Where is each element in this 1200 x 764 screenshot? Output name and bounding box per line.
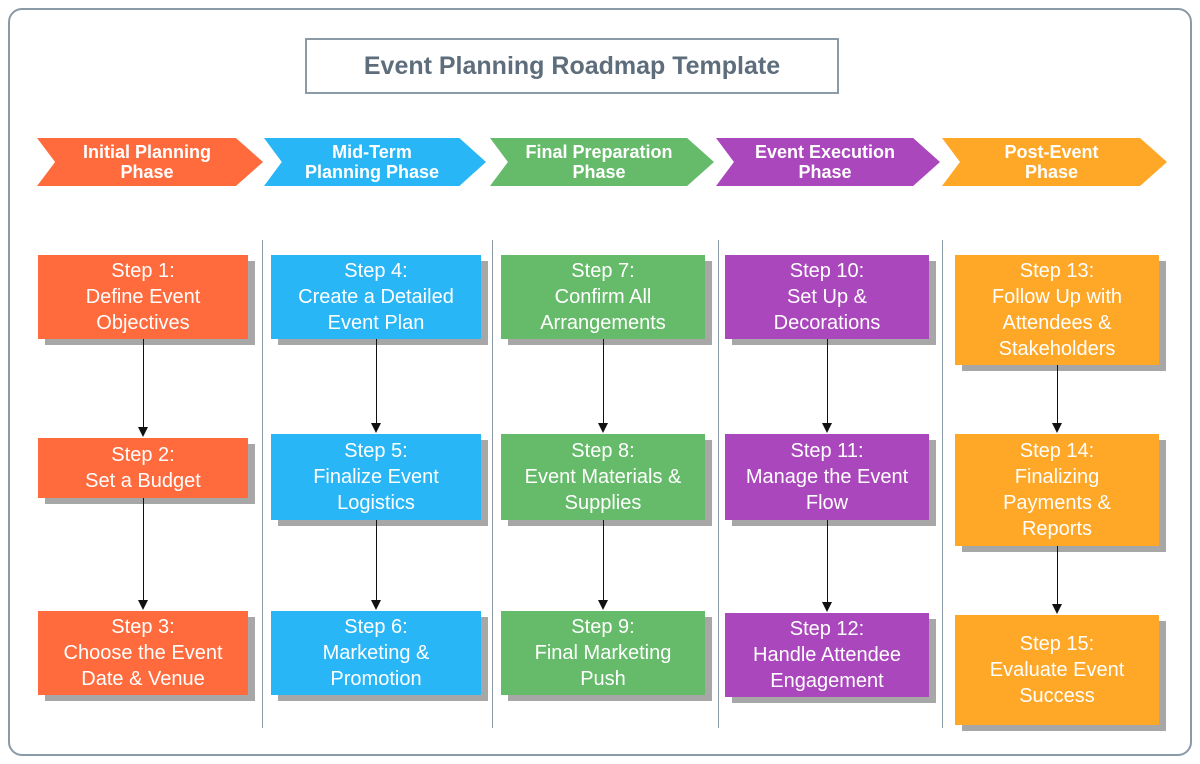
- phase-final-preparation: Final Preparation Phase: [490, 138, 714, 186]
- flow-arrow: [597, 339, 608, 433]
- flow-arrow: [1051, 546, 1062, 614]
- step-7-box: Step 7: Confirm All Arrangements: [501, 255, 705, 339]
- step-3-box: Step 3: Choose the Event Date & Venue: [38, 611, 248, 695]
- column-separator: [492, 240, 493, 728]
- step-5-box: Step 5: Finalize Event Logistics: [271, 434, 481, 520]
- phase-post-event: Post-Event Phase: [942, 138, 1167, 186]
- flow-arrow: [370, 339, 381, 433]
- flow-arrow: [137, 339, 148, 437]
- step-9-box: Step 9: Final Marketing Push: [501, 611, 705, 695]
- flow-arrow: [1051, 365, 1062, 433]
- flow-arrow: [137, 498, 148, 610]
- phase-label: Initial Planning Phase: [82, 142, 211, 182]
- phase-initial-planning: Initial Planning Phase: [37, 138, 263, 186]
- step-4-box: Step 4: Create a Detailed Event Plan: [271, 255, 481, 339]
- column-separator: [262, 240, 263, 728]
- phase-label: Event Execution Phase: [754, 142, 896, 182]
- flow-arrow: [370, 520, 381, 610]
- phase-event-execution: Event Execution Phase: [716, 138, 940, 186]
- step-2-box: Step 2: Set a Budget: [38, 438, 248, 498]
- step-6-box: Step 6: Marketing & Promotion: [271, 611, 481, 695]
- phase-mid-term-planning: Mid-Term Planning Phase: [264, 138, 486, 186]
- step-12-box: Step 12: Handle Attendee Engagement: [725, 613, 929, 697]
- step-13-box: Step 13: Follow Up with Attendees & Stak…: [955, 255, 1159, 365]
- flow-arrow: [597, 520, 608, 610]
- step-11-box: Step 11: Manage the Event Flow: [725, 434, 929, 520]
- phase-label: Post-Event Phase: [1004, 142, 1099, 182]
- phase-label: Mid-Term Planning Phase: [304, 142, 440, 182]
- column-separator: [718, 240, 719, 728]
- step-8-box: Step 8: Event Materials & Supplies: [501, 434, 705, 520]
- diagram-title: Event Planning Roadmap Template: [305, 38, 839, 94]
- column-separator: [942, 240, 943, 728]
- step-14-box: Step 14: Finalizing Payments & Reports: [955, 434, 1159, 546]
- step-10-box: Step 10: Set Up & Decorations: [725, 255, 929, 339]
- flow-arrow: [821, 520, 832, 612]
- step-1-box: Step 1: Define Event Objectives: [38, 255, 248, 339]
- step-15-box: Step 15: Evaluate Event Success: [955, 615, 1159, 725]
- phase-label: Final Preparation Phase: [525, 142, 673, 182]
- flow-arrow: [821, 339, 832, 433]
